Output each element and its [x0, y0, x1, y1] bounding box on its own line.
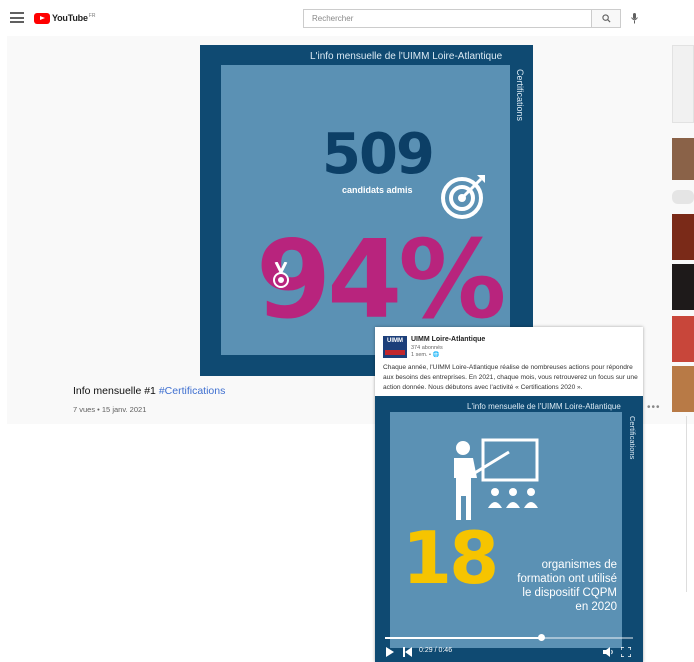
logo-text: YouTube — [52, 13, 88, 23]
logo-bar — [385, 350, 405, 355]
youtube-logo[interactable]: YouTube FR — [34, 11, 95, 25]
volume-icon[interactable] — [603, 647, 614, 657]
video-headline: L'info mensuelle de l'UIMM Loire-Atlanti… — [310, 51, 503, 62]
post-video-headline: L'info mensuelle de l'UIMM Loire-Atlanti… — [467, 402, 621, 411]
organismes-caption: organismes de formation ont utilisé le d… — [517, 559, 617, 613]
post-timestamp: 1 sem. • 🌐 — [411, 352, 439, 358]
org-logo-text: UIMM — [387, 338, 403, 344]
recommendation-thumbnail[interactable] — [672, 45, 694, 123]
search-icon — [601, 14, 611, 23]
post-video-side-label: Certifications — [628, 416, 637, 460]
video-meta: 7 vues • 15 janv. 2021 — [73, 405, 147, 414]
post-video[interactable]: L'info mensuelle de l'UIMM Loire-Atlanti… — [375, 396, 643, 662]
logo-region: FR — [88, 12, 96, 19]
post-time-text: 1 sem. • — [411, 352, 431, 358]
menu-icon[interactable] — [10, 12, 24, 23]
org-name[interactable]: UIMM Loire-Atlantique — [411, 336, 485, 343]
video-side-label: Certifications — [515, 69, 525, 122]
progress-bar[interactable] — [385, 634, 633, 641]
filter-chip[interactable] — [672, 190, 694, 204]
play-icon[interactable] — [385, 647, 394, 657]
post-body: Chaque année, l'UIMM Loire-Atlantique ré… — [383, 364, 638, 391]
recommendation-thumbnail[interactable] — [672, 316, 694, 362]
video-title-text: Info mensuelle #1 — [73, 385, 156, 397]
recommendation-thumbnail[interactable] — [672, 138, 694, 180]
globe-icon: 🌐 — [432, 352, 440, 358]
sidebar-divider — [686, 416, 687, 592]
recommendation-thumbnail[interactable] — [672, 214, 694, 260]
progress-handle[interactable] — [537, 634, 545, 641]
org-avatar[interactable]: UIMM — [383, 336, 407, 358]
skip-back-icon[interactable] — [403, 647, 412, 657]
hashtag-link[interactable]: #Certifications — [159, 385, 226, 397]
video-controls: 0:29 / 0:46 — [375, 632, 643, 662]
video-title: Info mensuelle #1 #Certifications — [73, 385, 225, 397]
follower-count: 374 abonnés — [411, 345, 443, 351]
medal-icon — [273, 262, 289, 288]
search-button[interactable] — [591, 9, 621, 28]
search-input[interactable]: Rechercher — [303, 9, 592, 28]
teacher-icon — [454, 438, 539, 520]
big-number-caption: candidats admis — [342, 185, 413, 195]
recommendation-thumbnail[interactable] — [672, 264, 694, 310]
more-options-icon[interactable]: ••• — [647, 402, 661, 413]
microphone-icon[interactable] — [631, 13, 638, 27]
big-number-18: 18 — [402, 516, 499, 600]
top-bar: YouTube FR Rechercher — [0, 0, 694, 36]
target-icon — [441, 175, 485, 219]
percent-value: 94% — [256, 218, 507, 343]
fullscreen-icon[interactable] — [621, 647, 631, 657]
social-post: UIMM UIMM Loire-Atlantique 374 abonnés 1… — [375, 327, 643, 662]
video-time: 0:29 / 0:46 — [419, 647, 453, 654]
play-logo-icon — [34, 12, 50, 24]
big-number: 509 — [322, 122, 435, 187]
progress-fill — [385, 637, 542, 639]
recommendation-thumbnail[interactable] — [672, 366, 694, 412]
